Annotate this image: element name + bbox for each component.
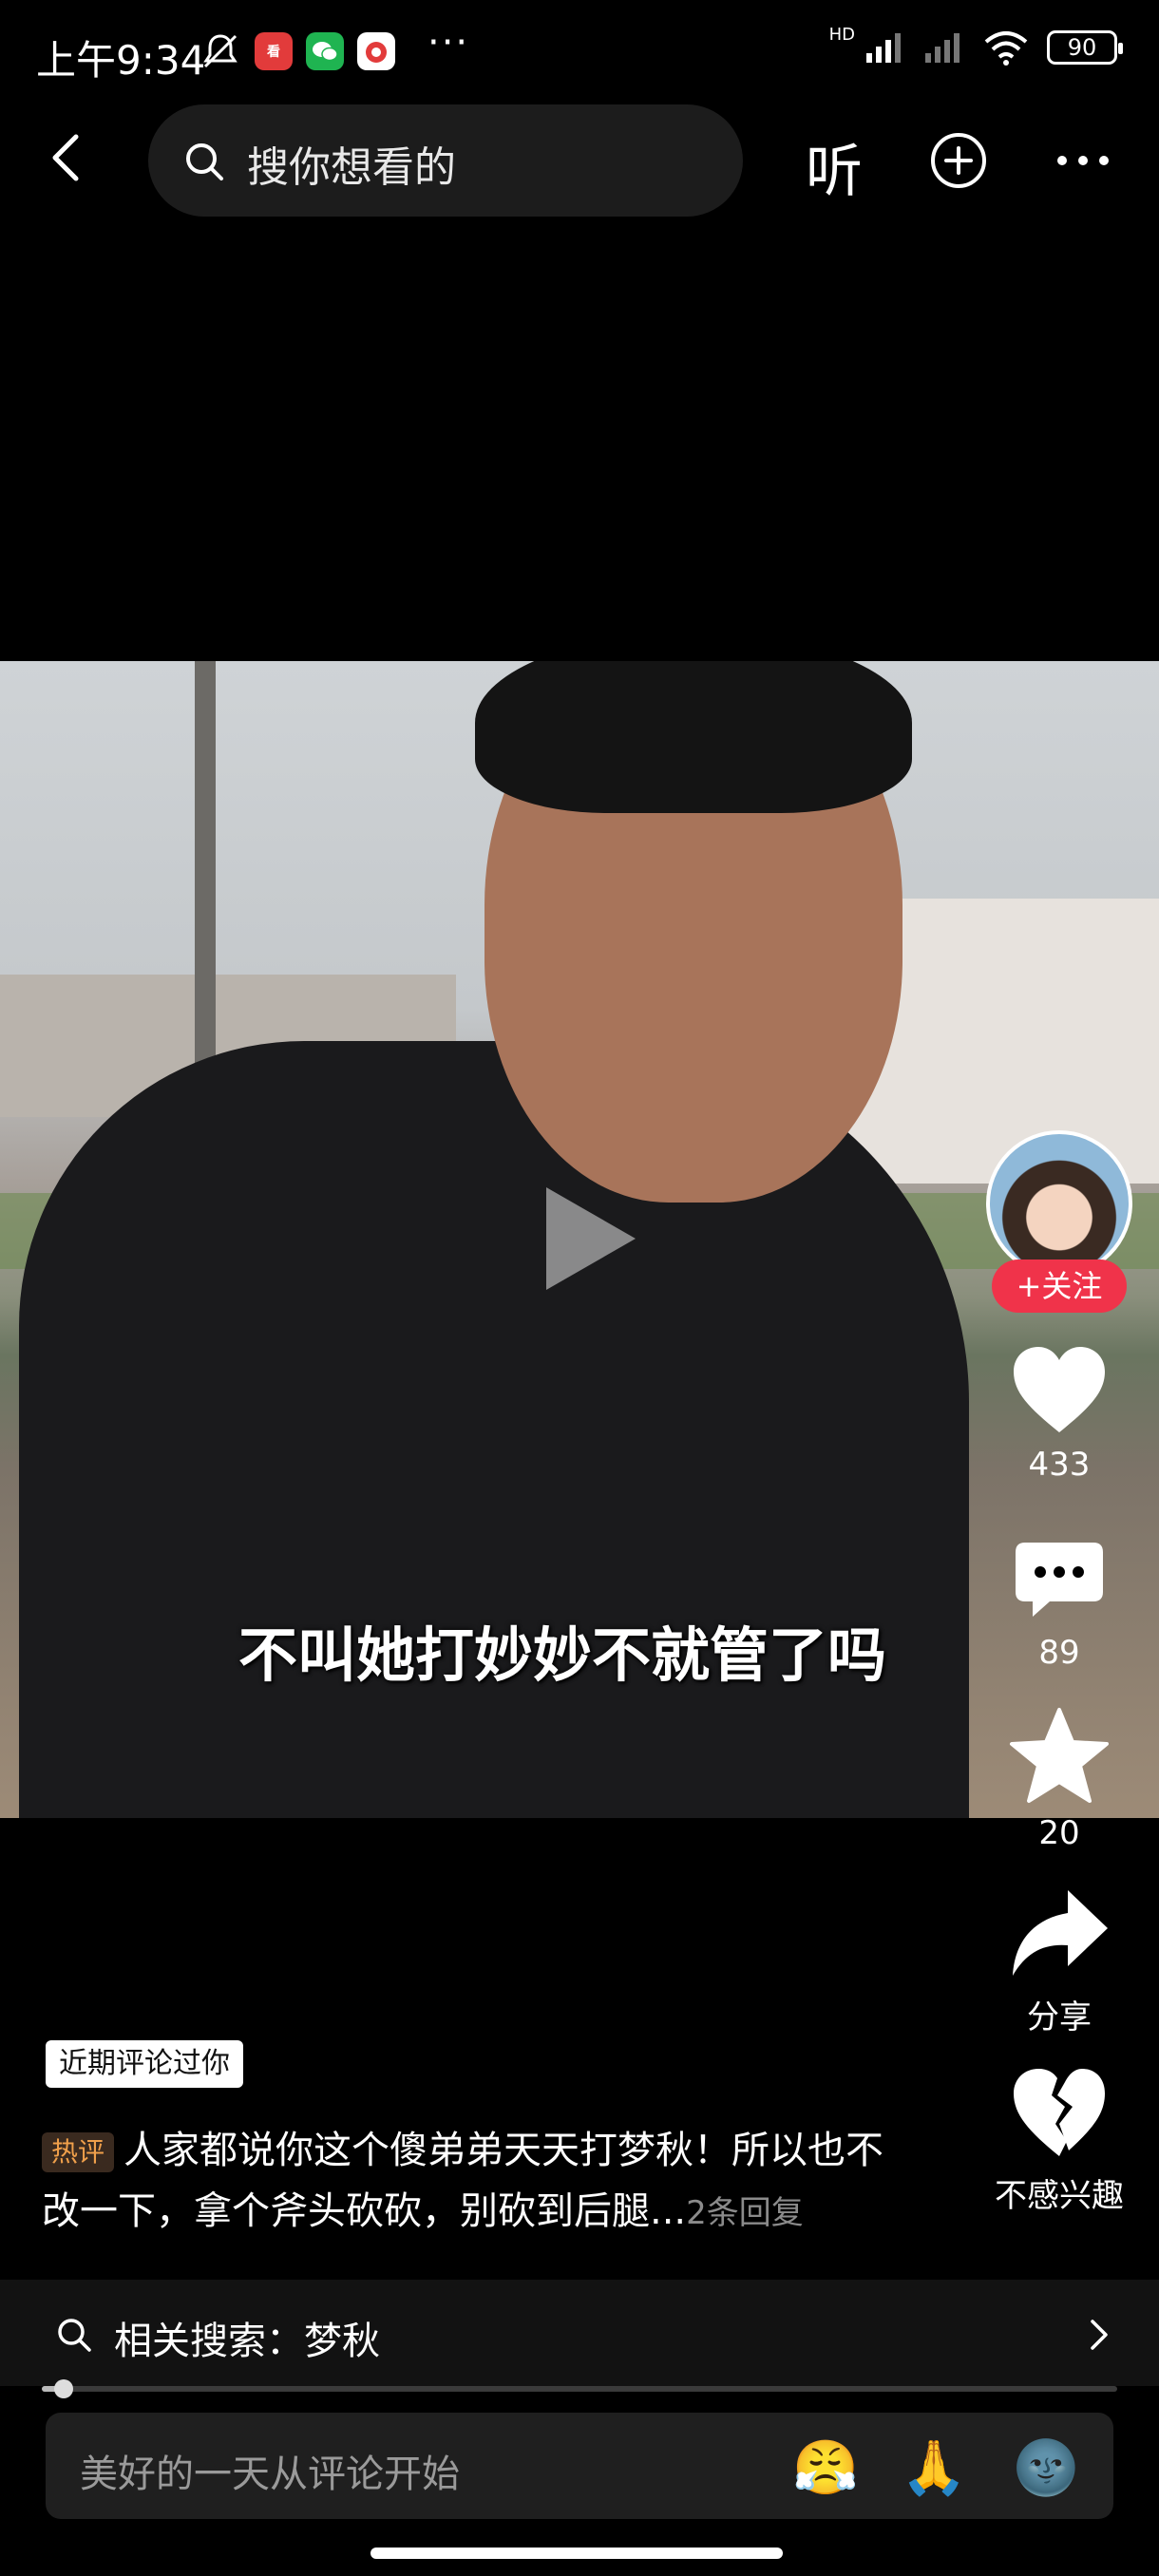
comment-placeholder: 美好的一天从评论开始 — [80, 2453, 460, 2496]
related-search-bar[interactable]: 相关搜索：梦秋 — [0, 2280, 1159, 2386]
status-time: 上午9:34 — [36, 37, 206, 84]
hd-label: HD — [828, 24, 855, 45]
search-input[interactable]: 搜你想看的 — [148, 104, 743, 217]
comment-icon — [1016, 1543, 1103, 1617]
app-icon — [357, 32, 395, 70]
wechat-icon — [306, 32, 344, 70]
add-icon[interactable] — [929, 131, 988, 190]
hot-comment[interactable]: 热评 人家都说你这个傻弟弟天天打梦秋！所以也不改一下，拿个斧头砍砍，别砍到后腿..… — [42, 2120, 916, 2244]
heart-icon — [1014, 1347, 1105, 1432]
person-hair — [475, 661, 912, 813]
comment-button[interactable]: 89 — [978, 1539, 1140, 1672]
emoji-angry-button[interactable]: 😤 — [792, 2435, 859, 2502]
like-count: 433 — [1028, 1446, 1091, 1484]
background-pole — [195, 661, 216, 1108]
follow-button[interactable]: +关注 — [992, 1260, 1127, 1313]
back-icon[interactable] — [38, 129, 95, 186]
comment-input[interactable]: 美好的一天从评论开始 😤 🙏 🌚 — [46, 2413, 1113, 2519]
favorite-count: 20 — [1038, 1814, 1080, 1852]
signal-icon — [866, 33, 901, 63]
status-more-icon: ··· — [428, 21, 470, 65]
share-label: 分享 — [1027, 1998, 1092, 2036]
top-nav: 搜你想看的 听 — [0, 104, 1159, 218]
battery-level: 90 — [1067, 34, 1097, 61]
mute-bell-icon — [203, 34, 238, 68]
favorite-button[interactable]: 20 — [978, 1706, 1140, 1852]
search-icon — [186, 143, 223, 180]
hot-comment-tag: 热评 — [42, 2132, 115, 2172]
listen-button[interactable]: 听 — [806, 125, 863, 208]
emoji-moon-button[interactable]: 🌚 — [1013, 2435, 1079, 2502]
like-button[interactable]: 433 — [978, 1345, 1140, 1484]
person-body — [19, 1041, 969, 1818]
related-search-label: 相关搜索：梦秋 — [114, 2320, 380, 2363]
search-placeholder: 搜你想看的 — [247, 143, 456, 192]
search-icon — [58, 2319, 91, 2352]
signal-2-icon — [925, 33, 960, 63]
news-app-icon: 看 — [255, 32, 293, 70]
comment-count: 89 — [1038, 1634, 1080, 1672]
play-icon[interactable] — [537, 1182, 641, 1296]
reply-count[interactable]: 2条回复 — [686, 2194, 804, 2232]
subtitle-text: 不叫她打妙妙不就管了吗 — [238, 1620, 886, 1690]
author-avatar[interactable] — [986, 1130, 1132, 1277]
battery-indicator: 90 — [1047, 30, 1123, 65]
not-interested-button[interactable]: 不感兴趣 — [978, 2065, 1140, 2216]
home-indicator[interactable] — [370, 2548, 783, 2559]
share-button[interactable]: 分享 — [978, 1886, 1140, 2037]
emoji-pray-button[interactable]: 🙏 — [901, 2435, 967, 2502]
video-progress-bar[interactable] — [42, 2379, 1117, 2398]
share-icon — [1013, 1890, 1108, 1976]
not-interested-label: 不感兴趣 — [995, 2177, 1124, 2215]
recent-comment-tag: 近期评论过你 — [46, 2040, 243, 2088]
notification-icons: 看 — [200, 30, 395, 72]
chevron-right-icon — [1091, 2320, 1108, 2350]
wifi-icon — [984, 31, 1028, 66]
more-icon[interactable] — [1053, 131, 1113, 190]
star-icon — [1010, 1708, 1109, 1803]
broken-heart-icon — [1014, 2069, 1105, 2156]
status-right: HD 90 — [822, 24, 1123, 66]
progress-knob[interactable] — [53, 2379, 73, 2398]
status-bar: 上午9:34 看 ··· HD 90 — [0, 0, 1159, 104]
